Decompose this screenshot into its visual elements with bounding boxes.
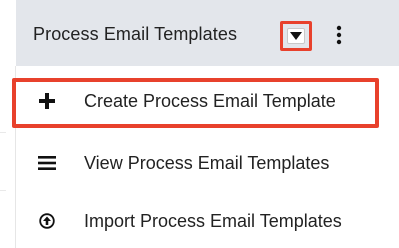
module-dropdown-toggle[interactable]: [287, 28, 305, 44]
divider: [0, 190, 6, 191]
menu-item-view-templates[interactable]: View Process Email Templates: [16, 136, 399, 190]
module-dropdown-toggle-highlight[interactable]: [280, 21, 312, 51]
module-tab-bar: Process Email Templates: [16, 0, 399, 66]
create-item-highlight: [12, 78, 379, 128]
menu-item-label: View Process Email Templates: [84, 152, 330, 173]
menu-item-import-templates[interactable]: Import Process Email Templates: [16, 194, 399, 248]
upload-circle-icon: [38, 212, 56, 230]
kebab-vertical-icon[interactable]: [332, 23, 346, 47]
menu-item-label: Import Process Email Templates: [84, 210, 342, 231]
caret-down-icon: [290, 32, 302, 40]
divider: [0, 132, 6, 133]
module-tab-label[interactable]: Process Email Templates: [33, 24, 237, 45]
list-icon: [38, 154, 56, 172]
